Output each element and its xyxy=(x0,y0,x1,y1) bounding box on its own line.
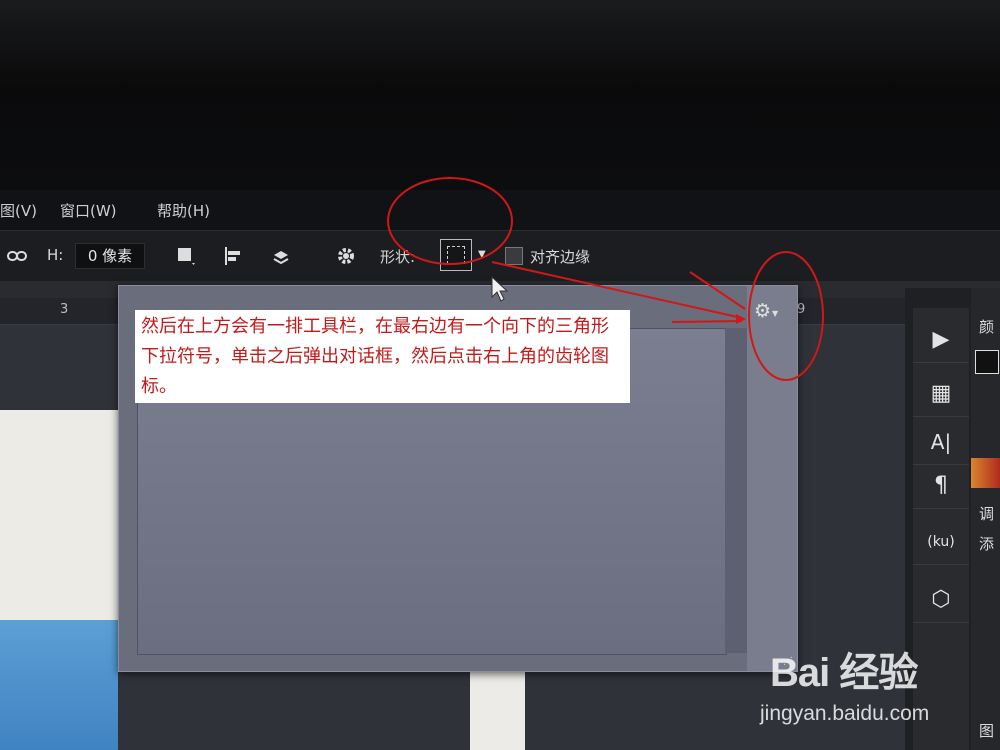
highlight-circle-shape xyxy=(387,177,513,265)
watermark-url: jingyan.baidu.com xyxy=(760,702,930,725)
baidu-jingyan-watermark: Bai 经验 jingyan.baidu.com xyxy=(760,640,929,725)
watermark-brand: Bai 经验 xyxy=(770,651,918,695)
annotation-arrow xyxy=(671,320,743,323)
annotation-arrow xyxy=(689,271,746,310)
arrowhead xyxy=(736,314,746,324)
highlight-circle-gear xyxy=(748,251,824,381)
annotation-textbox: 然后在上方会有一排工具栏，在最右边有一个向下的三角形下拉符号，单击之后弹出对话框… xyxy=(135,310,630,403)
